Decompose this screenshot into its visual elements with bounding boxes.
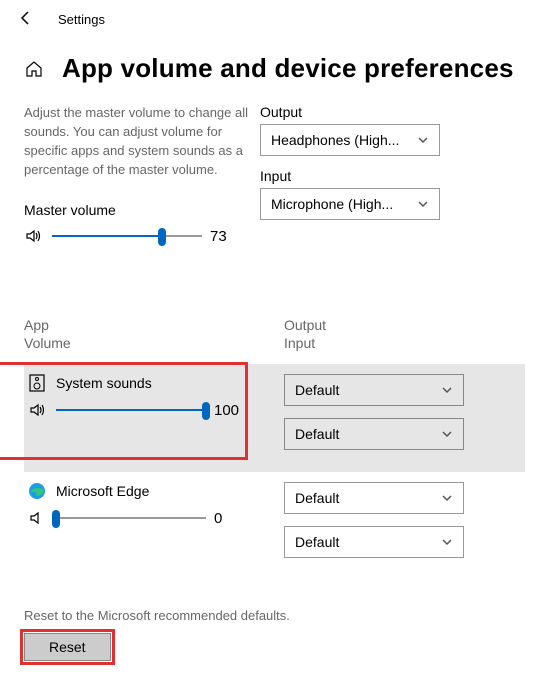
app-output-dropdown[interactable]: Default bbox=[284, 482, 464, 514]
chevron-down-icon bbox=[441, 492, 453, 504]
app-icon bbox=[28, 482, 46, 500]
app-input-dropdown[interactable]: Default bbox=[284, 418, 464, 450]
page-title: App volume and device preferences bbox=[62, 53, 514, 84]
app-input-selected: Default bbox=[295, 534, 339, 550]
master-volume-label: Master volume bbox=[24, 202, 525, 218]
column-input-label: Input bbox=[284, 335, 315, 351]
home-icon[interactable] bbox=[24, 59, 44, 79]
app-volume-slider[interactable] bbox=[56, 508, 206, 528]
column-output-label: Output bbox=[284, 317, 326, 333]
highlight-box bbox=[20, 629, 115, 665]
app-output-dropdown[interactable]: Default bbox=[284, 374, 464, 406]
app-name: Settings bbox=[58, 12, 105, 27]
description-text: Adjust the master volume to change all s… bbox=[0, 94, 250, 179]
reset-description: Reset to the Microsoft recommended defau… bbox=[24, 608, 543, 623]
app-input-dropdown[interactable]: Default bbox=[284, 526, 464, 558]
chevron-down-icon bbox=[417, 134, 429, 146]
master-volume-slider[interactable] bbox=[52, 226, 202, 246]
app-output-selected: Default bbox=[295, 490, 339, 506]
output-label: Output bbox=[260, 104, 543, 120]
app-input-selected: Default bbox=[295, 426, 339, 442]
column-app-label: App bbox=[24, 317, 49, 333]
speaker-icon[interactable] bbox=[28, 508, 48, 528]
column-volume-label: Volume bbox=[24, 335, 71, 351]
app-name-label: Microsoft Edge bbox=[56, 483, 149, 499]
chevron-down-icon bbox=[441, 428, 453, 440]
master-volume-value: 73 bbox=[210, 228, 238, 245]
speaker-icon[interactable] bbox=[24, 226, 44, 246]
output-device-selected: Headphones (High... bbox=[271, 132, 399, 148]
chevron-down-icon bbox=[441, 384, 453, 396]
chevron-down-icon bbox=[441, 536, 453, 548]
app-volume-value: 0 bbox=[214, 510, 242, 527]
input-label: Input bbox=[260, 168, 543, 184]
back-button[interactable] bbox=[18, 10, 34, 29]
app-output-selected: Default bbox=[295, 382, 339, 398]
app-row: Microsoft Edge 0 Default Default bbox=[24, 472, 525, 580]
output-device-dropdown[interactable]: Headphones (High... bbox=[260, 124, 440, 156]
highlight-box bbox=[0, 362, 248, 460]
